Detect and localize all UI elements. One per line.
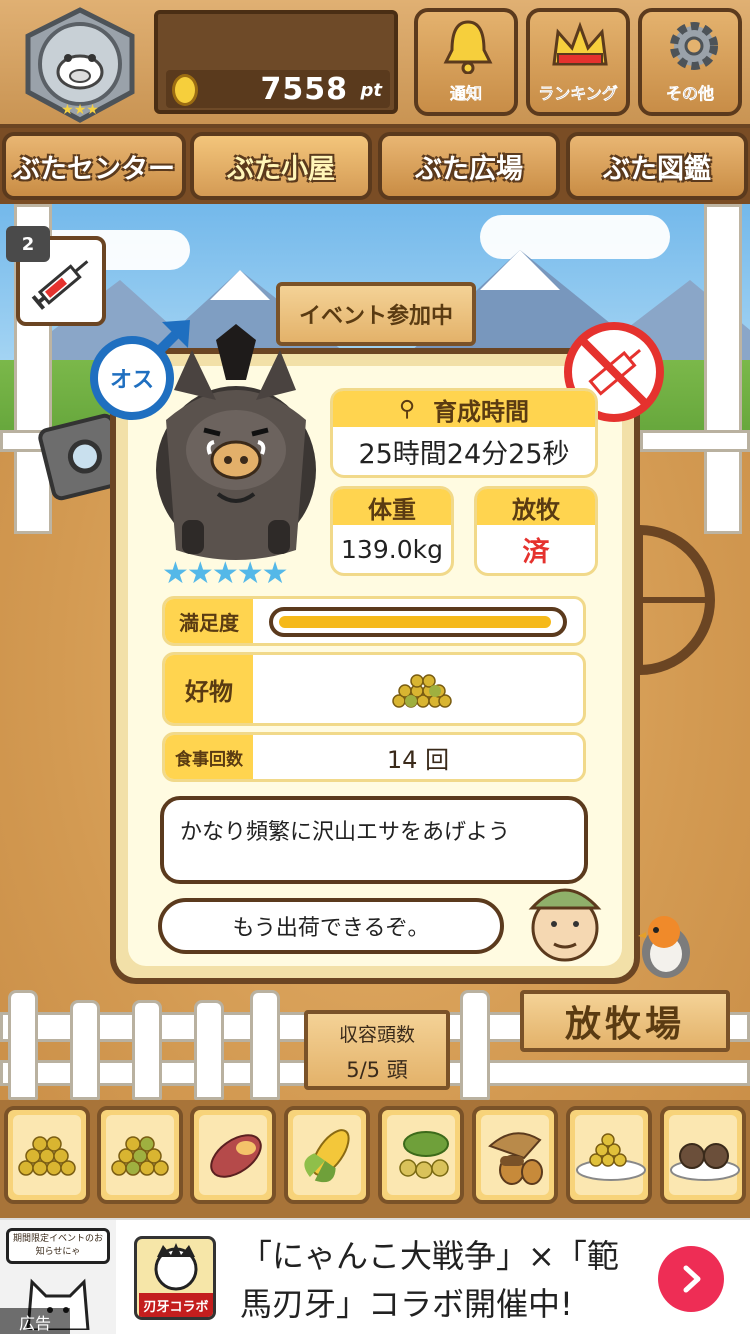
rice-ball-plate-icon [670, 1143, 740, 1181]
grazing-label: 放牧 [477, 489, 595, 525]
crown-icon [552, 21, 608, 66]
tab-pig-house[interactable]: ぶた小屋 [190, 132, 372, 200]
ad-headline-line1: 「にゃんこ大戦争」×「範 [240, 1237, 619, 1275]
satisfaction-bar [269, 607, 567, 637]
ad-badge-text: 期間限定イベントのお知らせにゃ [6, 1228, 110, 1264]
points-panel: 7558 pt [154, 10, 398, 114]
points-value: 7558 [260, 72, 348, 107]
points-unit: pt [360, 80, 383, 101]
notification-label: 通知 [449, 84, 483, 104]
food-slot[interactable] [284, 1106, 370, 1204]
avatar[interactable]: ★★★ [16, 6, 144, 124]
satisfaction-label: 満足度 [165, 599, 253, 643]
tab-pig-plaza[interactable]: ぶた広場 [378, 132, 560, 200]
advice-bubble: かなり頻繁に沢山エサをあげよう [160, 796, 588, 884]
ad-label: 広告 [0, 1308, 70, 1334]
grain-plate-icon [576, 1133, 646, 1181]
weight-label: 体重 [333, 489, 451, 525]
svg-text:★★★: ★★★ [61, 102, 99, 118]
notification-button[interactable]: 通知 [414, 8, 518, 116]
meal-count-value: 14 回 [386, 745, 450, 774]
star-icon: ★ [261, 556, 289, 591]
chevron-right-icon [683, 1265, 701, 1293]
food-slot[interactable] [190, 1106, 276, 1204]
mixed-grain-icon [111, 1136, 169, 1176]
other-button[interactable]: その他 [638, 8, 742, 116]
fence-post [70, 1000, 100, 1100]
status-text: もう出荷できるぞ。 [232, 916, 430, 941]
ad-thumbnail: 期間限定イベントのお知らせにゃ 広告 [0, 1220, 116, 1334]
meal-count-row: 食事回数 14 回 [162, 732, 586, 782]
bell-icon [443, 20, 493, 74]
ad-open-button[interactable] [658, 1246, 724, 1312]
acorn-icon [488, 1132, 543, 1185]
fence-rail [640, 430, 750, 452]
satisfaction-bar-fill [279, 616, 551, 628]
grain-pile-icon [18, 1136, 76, 1176]
fence-post [8, 990, 38, 1100]
meal-count-label: 食事回数 [165, 735, 253, 779]
food-slot[interactable] [660, 1106, 746, 1204]
food-slot[interactable] [378, 1106, 464, 1204]
favorite-label: 好物 [165, 655, 253, 723]
star-icon: ★ [162, 556, 189, 591]
bird-mascot [638, 916, 690, 978]
ranking-label: ランキング [538, 84, 618, 104]
mixed-grain-icon [392, 674, 452, 708]
grazing-value: 済 [522, 536, 550, 568]
food-slot[interactable] [472, 1106, 558, 1204]
food-slot[interactable] [97, 1106, 183, 1204]
status-bubble: もう出荷できるぞ。 [158, 898, 504, 954]
farmer-avatar [528, 888, 602, 962]
weight-box: 体重 139.0kg [330, 486, 454, 576]
coin-icon [172, 74, 198, 106]
fence-post [194, 1000, 224, 1100]
growth-time-value: 25時間24分25秒 [358, 438, 570, 470]
weight-value: 139.0kg [341, 534, 443, 564]
pasture-sign-button[interactable]: 放牧場 [520, 990, 730, 1052]
syringe-count-badge: 2 [6, 226, 50, 262]
fence-post [460, 990, 490, 1100]
other-label: その他 [665, 84, 715, 104]
ranking-button[interactable]: ランキング [526, 8, 630, 116]
advice-text: かなり頻繁に沢山エサをあげよう [180, 820, 511, 845]
grazing-box: 放牧 済 [474, 486, 598, 576]
star-icon: ★ [211, 556, 239, 591]
satisfaction-row: 満足度 [162, 596, 586, 646]
tab-bar: ぶたセンター ぶた小屋 ぶた広場 ぶた図鑑 [0, 128, 750, 204]
tab-pig-center[interactable]: ぶたセンター [2, 132, 186, 200]
food-slot[interactable] [4, 1106, 90, 1204]
capacity-label: 収容頭数 [338, 1024, 415, 1046]
ad-banner[interactable]: 期間限定イベントのお知らせにゃ 広告 刃牙コラボ 「にゃんこ大戦争」×「範 馬刃… [0, 1218, 750, 1334]
boar-illustration [156, 324, 316, 560]
food-slot[interactable] [566, 1106, 652, 1204]
star-icon: ★ [186, 556, 214, 591]
corn-icon [304, 1129, 350, 1183]
growth-time-label: 育成時間 [433, 397, 530, 426]
gear-icon [670, 22, 718, 70]
tab-pig-encyclopedia[interactable]: ぶた図鑑 [566, 132, 748, 200]
soybean-icon [399, 1131, 449, 1179]
collab-logo-text: 刃牙コラボ [139, 1293, 213, 1317]
fence-post [132, 1000, 162, 1100]
rating-stars: ★★★★★ [162, 556, 322, 591]
ad-headline-line2: 馬刃牙」コラボ開催中! [240, 1285, 573, 1323]
collab-logo: 刃牙コラボ [134, 1236, 216, 1320]
growth-time-box: ⚲ 育成時間 25時間24分25秒 [330, 388, 598, 478]
sweet-potato-icon [210, 1134, 262, 1178]
timer-icon: ⚲ [398, 396, 416, 422]
capacity-value: 5/5 頭 [346, 1058, 408, 1082]
star-icon: ★ [236, 556, 264, 591]
fence-post [250, 990, 280, 1100]
capacity-sign: 収容頭数 5/5 頭 [304, 1010, 450, 1090]
gate-post-right [704, 204, 742, 534]
favorite-food-row: 好物 [162, 652, 586, 726]
